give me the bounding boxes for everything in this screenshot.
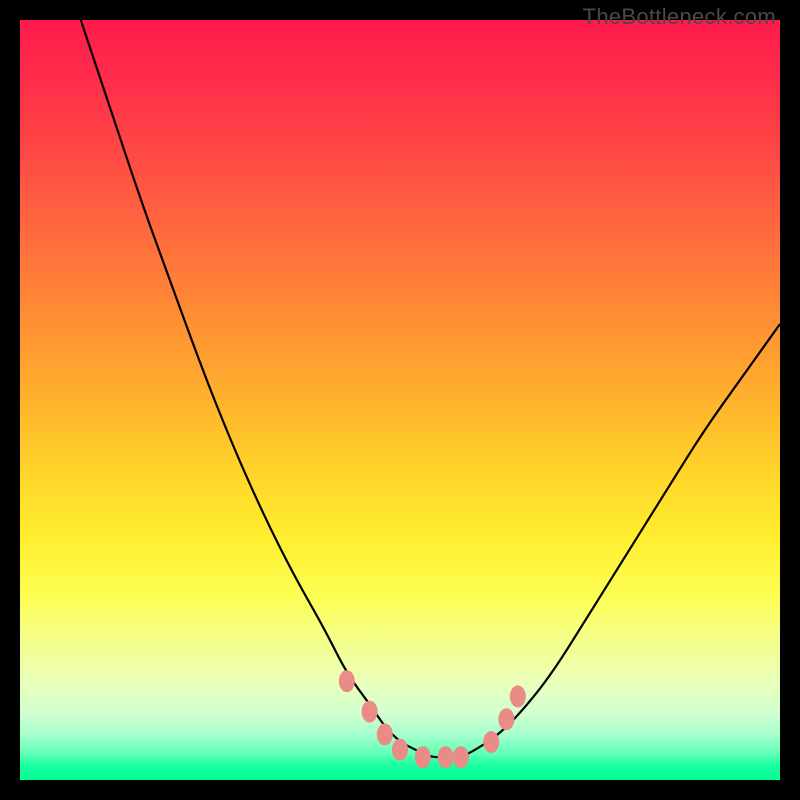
marker-point — [362, 701, 378, 723]
curve-layer — [20, 20, 780, 780]
watermark-text: TheBottleneck.com — [583, 4, 776, 30]
marker-point — [498, 708, 514, 730]
chart-frame: TheBottleneck.com — [0, 0, 800, 800]
marker-point — [510, 685, 526, 707]
marker-point — [339, 670, 355, 692]
marker-point — [377, 723, 393, 745]
plot-area — [20, 20, 780, 780]
marker-point — [438, 746, 454, 768]
marker-point — [392, 739, 408, 761]
bottleneck-curve — [81, 20, 780, 757]
marker-point — [453, 746, 469, 768]
marker-point — [483, 731, 499, 753]
highlight-markers — [339, 670, 526, 768]
marker-point — [415, 746, 431, 768]
